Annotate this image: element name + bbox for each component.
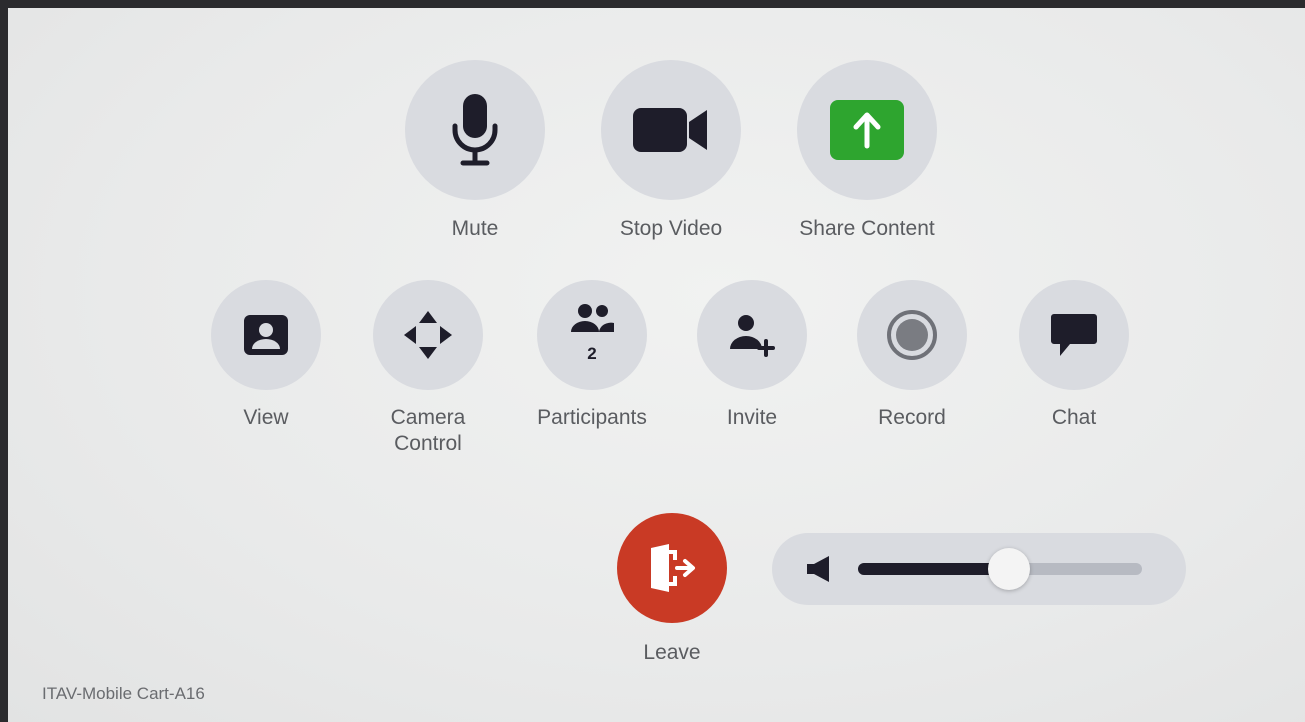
participants-button-circle[interactable]: 2	[537, 280, 647, 390]
leave-label: Leave	[643, 641, 701, 664]
leave-button-circle[interactable]	[617, 513, 727, 623]
volume-slider-thumb[interactable]	[987, 548, 1030, 590]
video-camera-icon	[631, 104, 711, 156]
participant-count: 2	[587, 344, 597, 363]
screen-bezel-left	[0, 0, 8, 722]
microphone-icon	[447, 92, 503, 168]
share-upload-icon	[830, 100, 904, 160]
directional-arrows-icon	[403, 310, 453, 360]
device-name: ITAV-Mobile Cart-A16	[42, 684, 205, 703]
camera-control-label: Camera Control	[390, 406, 466, 455]
view-label: View	[243, 406, 289, 429]
exit-door-icon	[647, 544, 697, 592]
invite-label: Invite	[726, 406, 778, 429]
volume-slider[interactable]	[858, 548, 1142, 590]
invite-button-circle[interactable]	[697, 280, 807, 390]
record-button-circle[interactable]	[857, 280, 967, 390]
share-content-button-circle[interactable]	[797, 60, 937, 200]
record-icon	[886, 309, 938, 361]
mute-button-circle[interactable]	[405, 60, 545, 200]
mute-label: Mute	[451, 217, 499, 240]
view-layout-icon	[242, 313, 290, 357]
chat-bubble-icon	[1050, 312, 1098, 358]
share-content-label: Share Content	[799, 217, 935, 240]
add-person-icon	[728, 313, 776, 357]
camera-control-button-circle[interactable]	[373, 280, 483, 390]
view-button-circle[interactable]	[211, 280, 321, 390]
speaker-icon	[805, 555, 833, 583]
screen-bezel-top	[0, 0, 1305, 8]
chat-button-circle[interactable]	[1019, 280, 1129, 390]
chat-label: Chat	[1051, 406, 1097, 429]
stop-video-button-circle[interactable]	[601, 60, 741, 200]
participants-icon	[569, 302, 615, 336]
volume-slider-fill	[858, 563, 1009, 575]
record-label: Record	[878, 406, 946, 429]
participants-label: Participants	[537, 406, 647, 429]
volume-control	[772, 533, 1186, 605]
stop-video-label: Stop Video	[619, 217, 723, 240]
